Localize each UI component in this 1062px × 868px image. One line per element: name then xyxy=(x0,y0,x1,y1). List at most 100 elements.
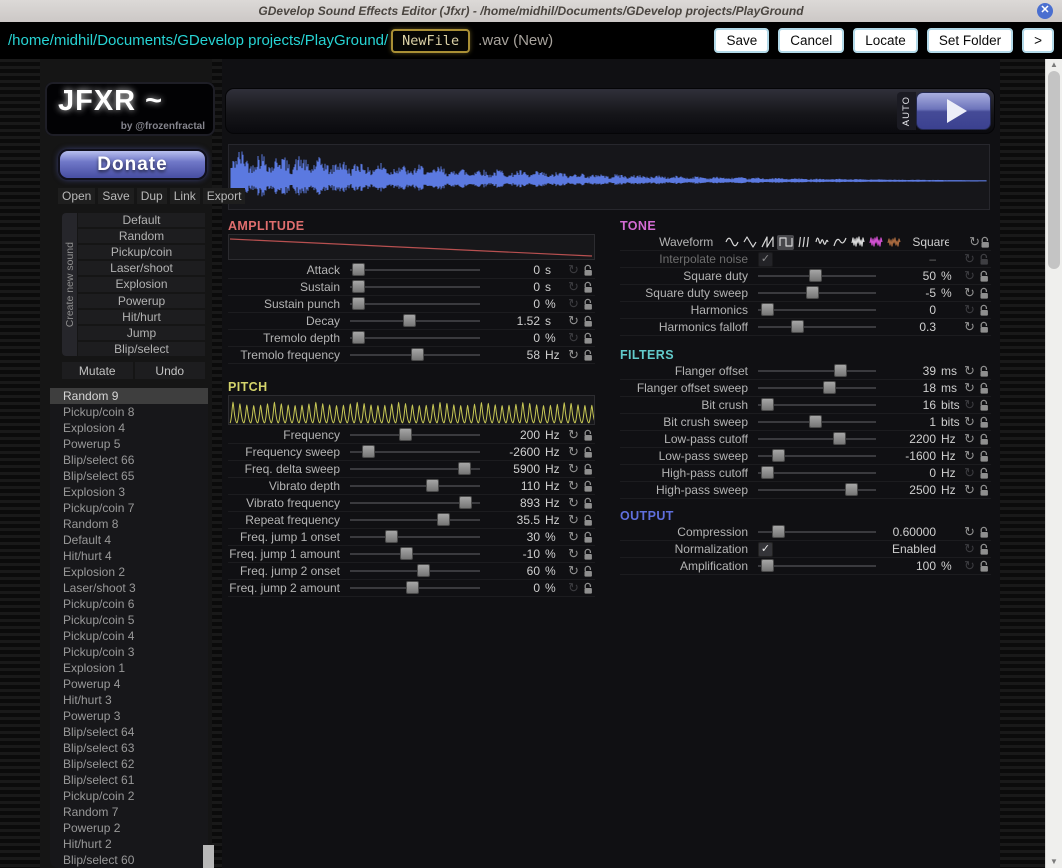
toolbar-button-locate[interactable]: Locate xyxy=(853,28,918,53)
list-item[interactable]: Blip/select 66 xyxy=(50,452,208,468)
reset-icon[interactable]: ↻ xyxy=(566,263,581,277)
lock-icon[interactable] xyxy=(581,531,595,544)
reset-icon[interactable]: ↻ xyxy=(566,530,581,544)
list-item[interactable]: Explosion 2 xyxy=(50,564,208,580)
list-item[interactable]: Powerup 3 xyxy=(50,708,208,724)
reset-icon[interactable]: ↻ xyxy=(566,314,581,328)
square-duty-sweep-slider[interactable] xyxy=(758,286,876,300)
tremolo-depth-slider[interactable] xyxy=(350,331,480,345)
lock-icon[interactable] xyxy=(977,543,991,556)
waveform-option-breaker-icon[interactable] xyxy=(831,235,848,250)
list-item[interactable]: Pickup/coin 4 xyxy=(50,628,208,644)
lock-icon[interactable] xyxy=(977,484,991,497)
waveform-option-white-noise-icon[interactable] xyxy=(849,235,866,250)
waveform-option-sawtooth-icon[interactable] xyxy=(759,235,776,250)
reset-icon[interactable]: ↻ xyxy=(962,432,977,446)
lock-icon[interactable] xyxy=(581,429,595,442)
compression-slider[interactable] xyxy=(758,525,876,539)
lock-icon[interactable] xyxy=(581,298,595,311)
list-item[interactable]: Random 9 xyxy=(50,388,208,404)
slider-handle[interactable] xyxy=(833,432,846,445)
tremolo-frequency-slider[interactable] xyxy=(350,348,480,362)
reset-icon[interactable]: ↻ xyxy=(962,398,977,412)
reset-icon[interactable]: ↻ xyxy=(962,303,977,317)
slider-handle[interactable] xyxy=(809,269,822,282)
list-item[interactable]: Pickup/coin 8 xyxy=(50,404,208,420)
mutate-button[interactable]: Mutate xyxy=(62,362,133,379)
list-item[interactable]: Random 8 xyxy=(50,516,208,532)
lock-icon[interactable] xyxy=(581,446,595,459)
scroll-down-icon[interactable]: ▼ xyxy=(1046,856,1062,868)
lock-icon[interactable] xyxy=(581,497,595,510)
bit-crush-sweep-slider[interactable] xyxy=(758,415,876,429)
slider-handle[interactable] xyxy=(772,525,785,538)
harmonics-falloff-slider[interactable] xyxy=(758,320,876,334)
file-menu-link[interactable]: Link xyxy=(170,188,200,204)
lock-icon[interactable] xyxy=(977,560,991,573)
reset-icon[interactable]: ↻ xyxy=(962,483,977,497)
list-item[interactable]: Explosion 4 xyxy=(50,420,208,436)
freq-jump-2-amount-slider[interactable] xyxy=(350,581,480,595)
lock-icon[interactable] xyxy=(977,526,991,539)
lock-icon[interactable] xyxy=(977,287,991,300)
list-item[interactable]: Pickup/coin 5 xyxy=(50,612,208,628)
scroll-up-icon[interactable]: ▲ xyxy=(1046,59,1062,71)
lock-icon[interactable] xyxy=(581,281,595,294)
slider-handle[interactable] xyxy=(352,280,365,293)
preset-explosion[interactable]: Explosion xyxy=(78,277,205,291)
reset-icon[interactable]: ↻ xyxy=(566,581,581,595)
lock-icon[interactable] xyxy=(581,582,595,595)
slider-handle[interactable] xyxy=(352,297,365,310)
list-item[interactable]: Hit/hurt 4 xyxy=(50,548,208,564)
preset-blip-select[interactable]: Blip/select xyxy=(78,342,205,356)
slider-handle[interactable] xyxy=(834,364,847,377)
lock-icon[interactable] xyxy=(581,264,595,277)
repeat-frequency-slider[interactable] xyxy=(350,513,480,527)
slider-handle[interactable] xyxy=(772,449,785,462)
flanger-offset-slider[interactable] xyxy=(758,364,876,378)
slider-handle[interactable] xyxy=(459,496,472,509)
reset-icon[interactable]: ↻ xyxy=(962,415,977,429)
list-item[interactable]: Pickup/coin 6 xyxy=(50,596,208,612)
lock-icon[interactable] xyxy=(581,463,595,476)
vibrato-frequency-slider[interactable] xyxy=(350,496,480,510)
slider-handle[interactable] xyxy=(823,381,836,394)
toolbar-button-cancel[interactable]: Cancel xyxy=(778,28,844,53)
lock-icon[interactable] xyxy=(581,480,595,493)
slider-handle[interactable] xyxy=(403,314,416,327)
reset-icon[interactable]: ↻ xyxy=(962,252,977,266)
sustain-punch-slider[interactable] xyxy=(350,297,480,311)
low-pass-sweep-slider[interactable] xyxy=(758,449,876,463)
preset-hit-hurt[interactable]: Hit/hurt xyxy=(78,310,205,324)
slider-handle[interactable] xyxy=(761,466,774,479)
waveform-option-triangle-icon[interactable] xyxy=(741,235,758,250)
window-close-button[interactable]: ✕ xyxy=(1037,3,1053,19)
reset-icon[interactable]: ↻ xyxy=(566,445,581,459)
lock-icon[interactable] xyxy=(980,236,991,249)
list-item[interactable]: Pickup/coin 2 xyxy=(50,788,208,804)
slider-handle[interactable] xyxy=(845,483,858,496)
list-item[interactable]: Random 7 xyxy=(50,804,208,820)
reset-icon[interactable]: ↻ xyxy=(962,320,977,334)
file-menu-open[interactable]: Open xyxy=(58,188,95,204)
filename-input[interactable]: NewFile xyxy=(391,29,470,53)
preset-jump[interactable]: Jump xyxy=(78,326,205,340)
lock-icon[interactable] xyxy=(977,416,991,429)
list-item[interactable]: Blip/select 62 xyxy=(50,756,208,772)
toolbar-button-save[interactable]: Save xyxy=(714,28,769,53)
slider-handle[interactable] xyxy=(791,320,804,333)
reset-icon[interactable]: ↻ xyxy=(962,286,977,300)
slider-handle[interactable] xyxy=(761,559,774,572)
freq-jump-1-amount-slider[interactable] xyxy=(350,547,480,561)
reset-icon[interactable]: ↻ xyxy=(969,235,980,249)
decay-slider[interactable] xyxy=(350,314,480,328)
list-item[interactable]: Blip/select 63 xyxy=(50,740,208,756)
harmonics-slider[interactable] xyxy=(758,303,876,317)
preset-random[interactable]: Random xyxy=(78,229,205,243)
list-item[interactable]: Blip/select 61 xyxy=(50,772,208,788)
freq-jump-2-onset-slider[interactable] xyxy=(350,564,480,578)
toolbar-button-set-folder[interactable]: Set Folder xyxy=(927,28,1013,53)
list-item[interactable]: Blip/select 64 xyxy=(50,724,208,740)
lock-icon[interactable] xyxy=(977,321,991,334)
vertical-scrollbar[interactable]: ▲ ▼ xyxy=(1045,59,1062,868)
